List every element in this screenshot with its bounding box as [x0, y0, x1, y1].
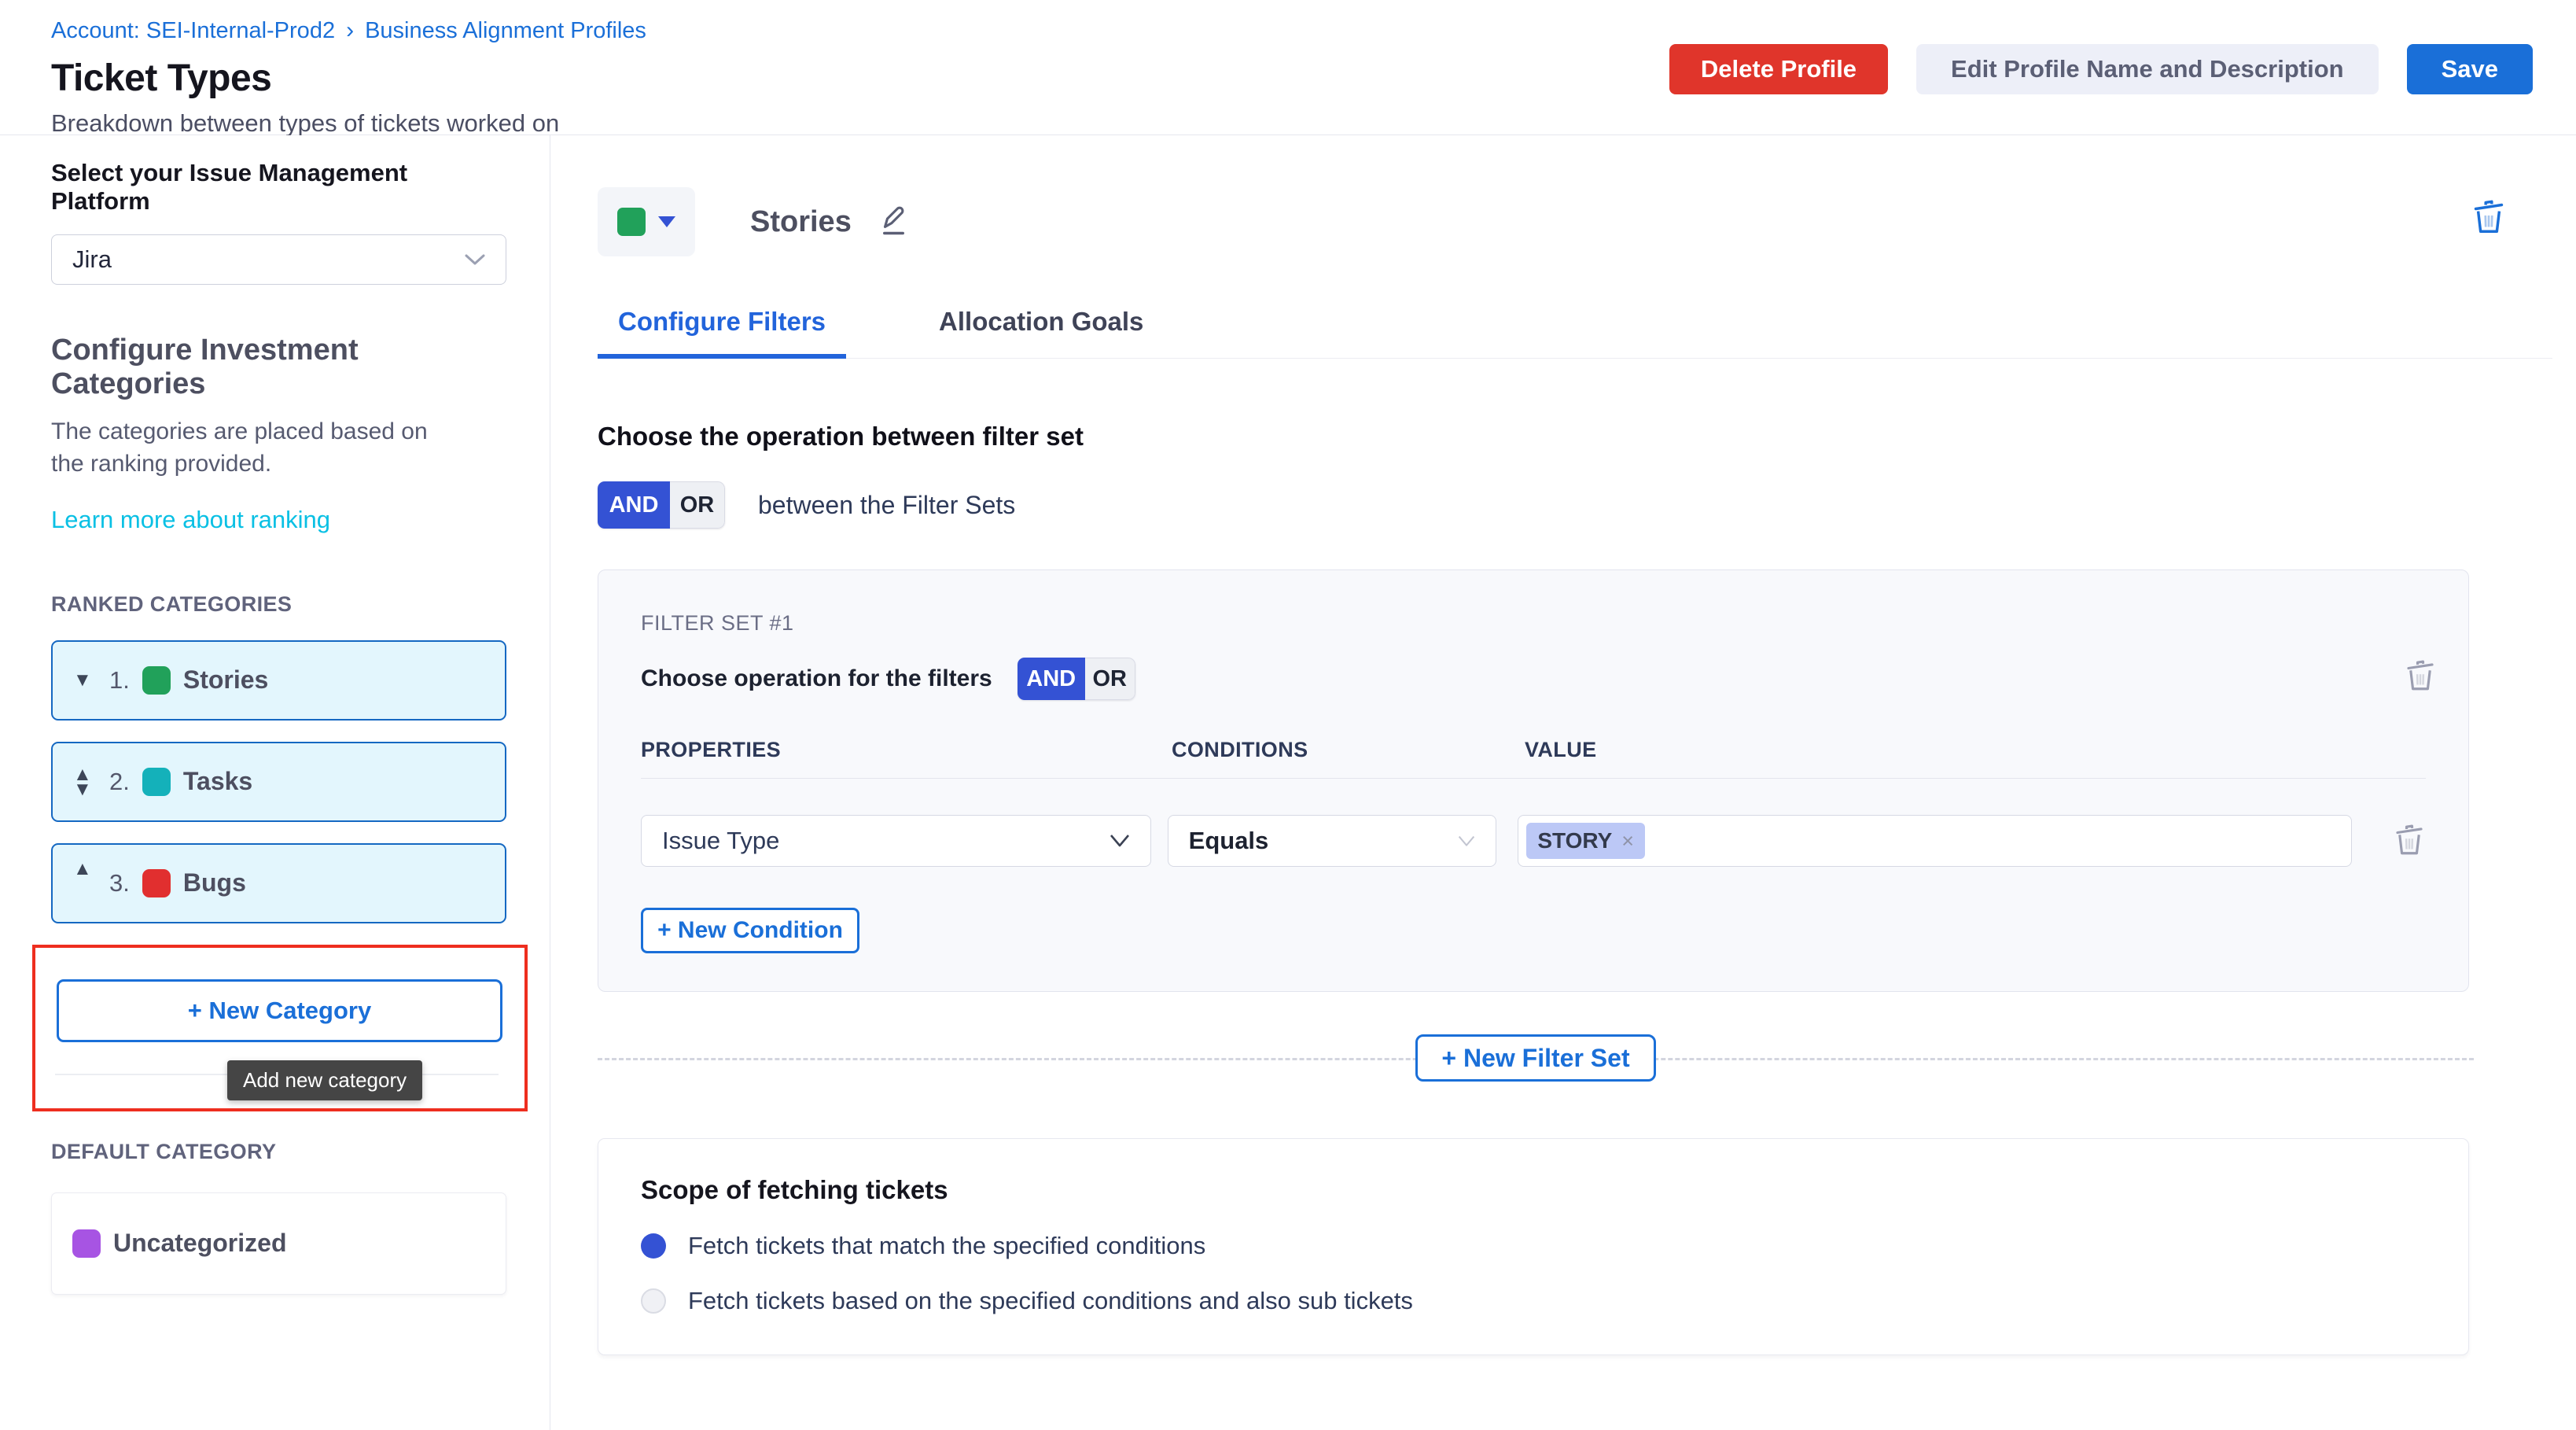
value-chip: STORY ×	[1526, 823, 1645, 859]
category-label: Stories	[183, 665, 268, 695]
value-input[interactable]: STORY ×	[1518, 815, 2352, 867]
columns-divider	[641, 778, 2426, 779]
conditions-column-header: CONDITIONS	[1172, 738, 1525, 762]
delete-category-icon[interactable]	[2471, 198, 2507, 238]
filter-set-title: FILTER SET #1	[641, 611, 2426, 636]
delete-condition-icon[interactable]	[2393, 823, 2426, 859]
condition-row: Issue Type Equals STORY ×	[641, 815, 2426, 867]
move-down-icon[interactable]: ▼	[73, 782, 92, 797]
selected-color-swatch	[617, 208, 646, 236]
category-label: Tasks	[183, 767, 252, 796]
filters-operation-row: Choose operation for the filters AND OR	[641, 658, 2426, 700]
red-highlight-annotation: + New Category Add new category	[32, 945, 528, 1111]
default-category-heading: DEFAULT CATEGORY	[51, 1140, 506, 1164]
platform-select[interactable]: Jira	[51, 234, 506, 285]
filter-set-operation-row: AND OR between the Filter Sets	[598, 481, 2576, 529]
configure-categories-heading: Configure Investment Categories	[51, 334, 506, 401]
header-actions: Delete Profile Edit Profile Name and Des…	[1669, 44, 2533, 94]
or-option[interactable]: OR	[1085, 658, 1135, 700]
new-category-button[interactable]: + New Category	[57, 979, 502, 1042]
learn-more-link[interactable]: Learn more about ranking	[51, 506, 330, 534]
category-rank: 1.	[109, 666, 130, 695]
scope-option-sub-tickets[interactable]: Fetch tickets based on the specified con…	[641, 1287, 2426, 1315]
value-chip-label: STORY	[1537, 828, 1612, 853]
toggle-caption: between the Filter Sets	[758, 491, 1015, 520]
scope-heading: Scope of fetching tickets	[641, 1175, 2426, 1205]
category-card-stories[interactable]: ▼ 1. Stories	[51, 640, 506, 721]
move-up-icon[interactable]: ▲	[73, 861, 92, 876]
delete-profile-button[interactable]: Delete Profile	[1669, 44, 1888, 94]
move-down-icon[interactable]: ▼	[73, 673, 92, 687]
sidebar: Select your Issue Management Platform Ji…	[0, 135, 550, 1430]
category-title: Stories	[750, 205, 852, 239]
category-label: Bugs	[183, 868, 246, 897]
remove-chip-icon[interactable]: ×	[1621, 829, 1634, 853]
category-color-swatch	[72, 1229, 101, 1258]
page-subtitle: Breakdown between types of tickets worke…	[51, 109, 2533, 138]
property-select-value: Issue Type	[662, 827, 779, 855]
breadcrumb-account-link[interactable]: Account: SEI-Internal-Prod2	[51, 18, 335, 44]
main-panel: Stories Configure Filters Allocation Goa…	[550, 135, 2576, 1430]
platform-select-value: Jira	[72, 245, 112, 274]
and-or-toggle: AND OR	[598, 481, 725, 529]
and-option[interactable]: AND	[598, 481, 670, 529]
radio-selected-icon[interactable]	[641, 1233, 666, 1259]
breadcrumb-profiles-link[interactable]: Business Alignment Profiles	[365, 18, 646, 44]
filter-set-card: FILTER SET #1 Choose operation for the f…	[598, 569, 2469, 992]
category-color-dropdown[interactable]	[598, 187, 695, 256]
default-category-card: Uncategorized	[51, 1192, 506, 1295]
breadcrumb-separator-icon: ›	[346, 17, 354, 44]
new-filter-set-button[interactable]: + New Filter Set	[1415, 1034, 1656, 1082]
filters-operation-label: Choose operation for the filters	[641, 665, 992, 692]
scope-card: Scope of fetching tickets Fetch tickets …	[598, 1138, 2469, 1355]
edit-profile-button[interactable]: Edit Profile Name and Description	[1916, 44, 2379, 94]
or-option[interactable]: OR	[670, 481, 725, 529]
chevron-down-icon	[1456, 835, 1477, 848]
edit-category-name-icon[interactable]	[872, 204, 907, 240]
filter-columns-header: PROPERTIES CONDITIONS VALUE	[641, 738, 2426, 762]
category-label: Uncategorized	[113, 1229, 286, 1258]
and-option[interactable]: AND	[1018, 658, 1085, 700]
tab-configure-filters[interactable]: Configure Filters	[598, 307, 846, 359]
category-rank: 3.	[109, 869, 130, 897]
add-new-category-tooltip: Add new category	[227, 1060, 422, 1100]
condition-select-value: Equals	[1189, 827, 1269, 855]
scope-option-match[interactable]: Fetch tickets that match the specified c…	[641, 1232, 2426, 1260]
chevron-down-icon	[1108, 833, 1132, 849]
ranked-category-list: ▼ 1. Stories ▲ ▼ 2. Tasks ▲ 3. Bugs	[51, 640, 506, 923]
chevron-down-icon	[463, 252, 487, 267]
category-color-swatch	[142, 768, 171, 796]
value-column-header: VALUE	[1525, 738, 2366, 762]
property-select[interactable]: Issue Type	[641, 815, 1151, 867]
category-card-tasks[interactable]: ▲ ▼ 2. Tasks	[51, 742, 506, 822]
save-button[interactable]: Save	[2407, 44, 2533, 94]
new-condition-button[interactable]: + New Condition	[641, 908, 859, 953]
configure-categories-description: The categories are placed based on the r…	[51, 415, 429, 481]
category-color-swatch	[142, 666, 171, 695]
radio-unselected-icon[interactable]	[641, 1288, 666, 1314]
category-color-swatch	[142, 869, 171, 897]
radio-label: Fetch tickets that match the specified c…	[688, 1232, 1205, 1260]
tab-allocation-goals[interactable]: Allocation Goals	[918, 307, 1164, 358]
category-rank: 2.	[109, 768, 130, 796]
filter-set-operation-heading: Choose the operation between filter set	[598, 422, 2576, 451]
platform-select-label: Select your Issue Management Platform	[51, 159, 506, 216]
category-card-bugs[interactable]: ▲ 3. Bugs	[51, 843, 506, 923]
delete-filter-set-icon[interactable]	[2404, 658, 2437, 695]
breadcrumb: Account: SEI-Internal-Prod2 › Business A…	[51, 17, 2533, 44]
tab-bar: Configure Filters Allocation Goals	[598, 307, 2552, 359]
properties-column-header: PROPERTIES	[641, 738, 1172, 762]
page-header: Account: SEI-Internal-Prod2 › Business A…	[0, 0, 2576, 135]
radio-label: Fetch tickets based on the specified con…	[688, 1287, 1413, 1315]
caret-down-icon	[658, 216, 675, 227]
ranked-categories-heading: RANKED CATEGORIES	[51, 592, 506, 617]
condition-select[interactable]: Equals	[1168, 815, 1497, 867]
filters-and-or-toggle: AND OR	[1018, 658, 1135, 700]
new-filter-set-row: + New Filter Set	[598, 1034, 2474, 1082]
category-header-row: Stories	[598, 187, 2576, 256]
